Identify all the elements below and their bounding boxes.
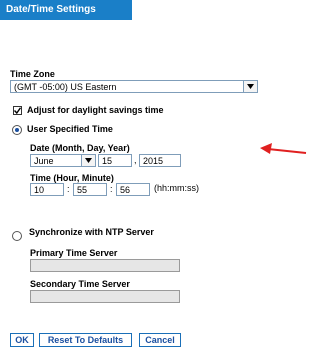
timezone-label: Time Zone <box>10 69 55 79</box>
time-separator-2: : <box>110 184 113 194</box>
time-format-hint: (hh:mm:ss) <box>154 183 199 193</box>
timezone-value: (GMT -05:00) US Eastern <box>14 82 117 92</box>
time-label: Time (Hour, Minute) <box>30 173 114 183</box>
date-label: Date (Month, Day, Year) <box>30 143 130 153</box>
user-time-label: User Specified Time <box>27 124 113 134</box>
month-select[interactable]: June <box>30 154 96 167</box>
user-time-radio[interactable] <box>12 125 22 135</box>
ntp-radio[interactable] <box>12 231 22 241</box>
page-title: Date/Time Settings <box>0 0 132 20</box>
date-separator: , <box>134 155 137 165</box>
minute-input[interactable] <box>73 183 107 196</box>
red-arrow-icon <box>260 143 307 154</box>
dst-checkbox[interactable] <box>13 106 22 115</box>
secondary-server-label: Secondary Time Server <box>30 279 130 289</box>
day-input[interactable] <box>98 154 132 167</box>
ntp-label: Synchronize with NTP Server <box>29 227 154 237</box>
primary-server-label: Primary Time Server <box>30 248 118 258</box>
hour-input[interactable] <box>30 183 64 196</box>
chevron-down-icon[interactable] <box>81 155 95 166</box>
dst-label: Adjust for daylight savings time <box>27 105 164 115</box>
year-input[interactable] <box>139 154 181 167</box>
timezone-select[interactable]: (GMT -05:00) US Eastern <box>10 80 258 93</box>
secondary-server-input[interactable] <box>30 290 180 303</box>
second-input[interactable] <box>116 183 150 196</box>
primary-server-input[interactable] <box>30 259 180 272</box>
time-separator-1: : <box>67 184 70 194</box>
month-value: June <box>34 156 54 166</box>
chevron-down-icon[interactable] <box>243 81 257 92</box>
